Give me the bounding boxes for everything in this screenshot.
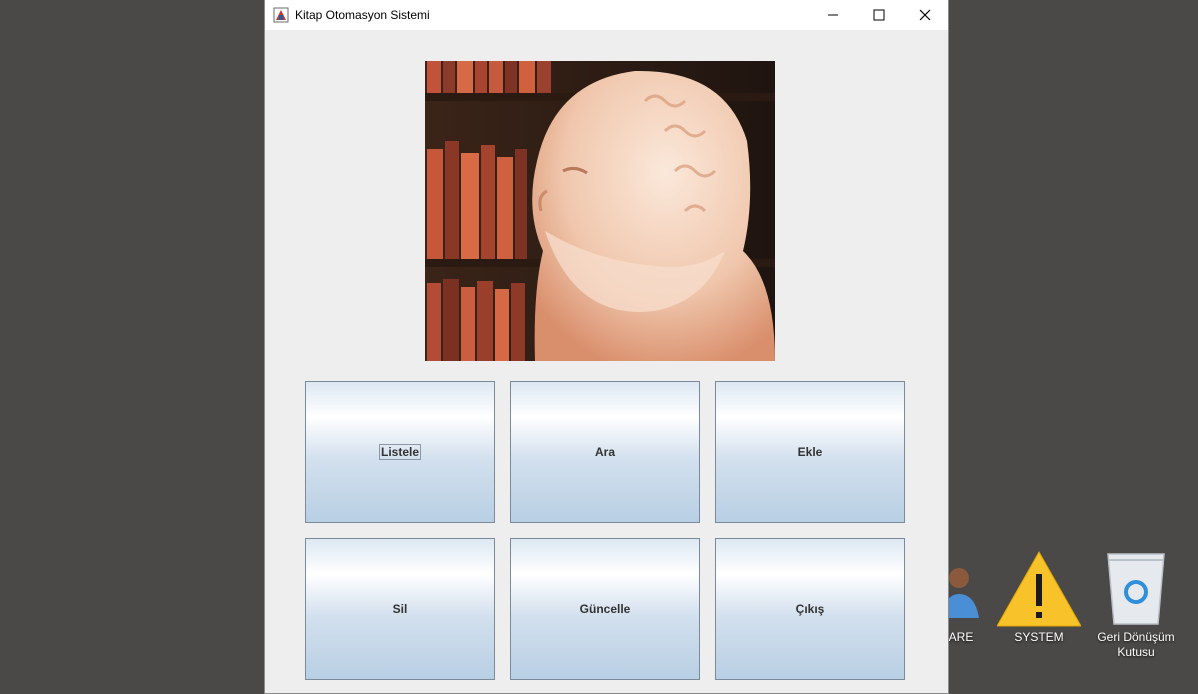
minimize-icon <box>828 14 838 16</box>
ekle-button[interactable]: Ekle <box>715 381 905 523</box>
minimize-button[interactable] <box>810 0 856 30</box>
close-icon <box>919 9 931 21</box>
cikis-button-label: Çıkış <box>795 602 825 616</box>
desktop-icon-system[interactable]: SYSTEM <box>996 550 1082 645</box>
listele-button[interactable]: Listele <box>305 381 495 523</box>
guncelle-button[interactable]: Güncelle <box>510 538 700 680</box>
maximize-button[interactable] <box>856 0 902 30</box>
window-title: Kitap Otomasyon Sistemi <box>295 8 430 22</box>
desktop-icon-label: Geri Dönüşüm Kutusu <box>1097 630 1175 659</box>
warning-icon <box>996 550 1082 630</box>
ara-button-label: Ara <box>594 445 615 459</box>
close-button[interactable] <box>902 0 948 30</box>
socrates-bust-image <box>425 61 775 361</box>
app-window: Kitap Otomasyon Sistemi Listele Ara Ekle… <box>264 0 949 694</box>
desktop-icon-recycle-bin[interactable]: Geri Dönüşüm Kutusu <box>1094 550 1178 660</box>
java-app-icon <box>273 7 289 23</box>
sil-button[interactable]: Sil <box>305 538 495 680</box>
sil-button-label: Sil <box>392 602 408 616</box>
desktop-icon-label: SYSTEM <box>1014 630 1064 644</box>
ekle-button-label: Ekle <box>797 445 823 459</box>
maximize-icon <box>873 9 885 21</box>
title-bar[interactable]: Kitap Otomasyon Sistemi <box>265 0 948 30</box>
listele-button-label: Listele <box>378 444 421 460</box>
ara-button[interactable]: Ara <box>510 381 700 523</box>
recycle-bin-icon <box>1094 550 1178 630</box>
cikis-button[interactable]: Çıkış <box>715 538 905 680</box>
guncelle-button-label: Güncelle <box>579 602 631 616</box>
